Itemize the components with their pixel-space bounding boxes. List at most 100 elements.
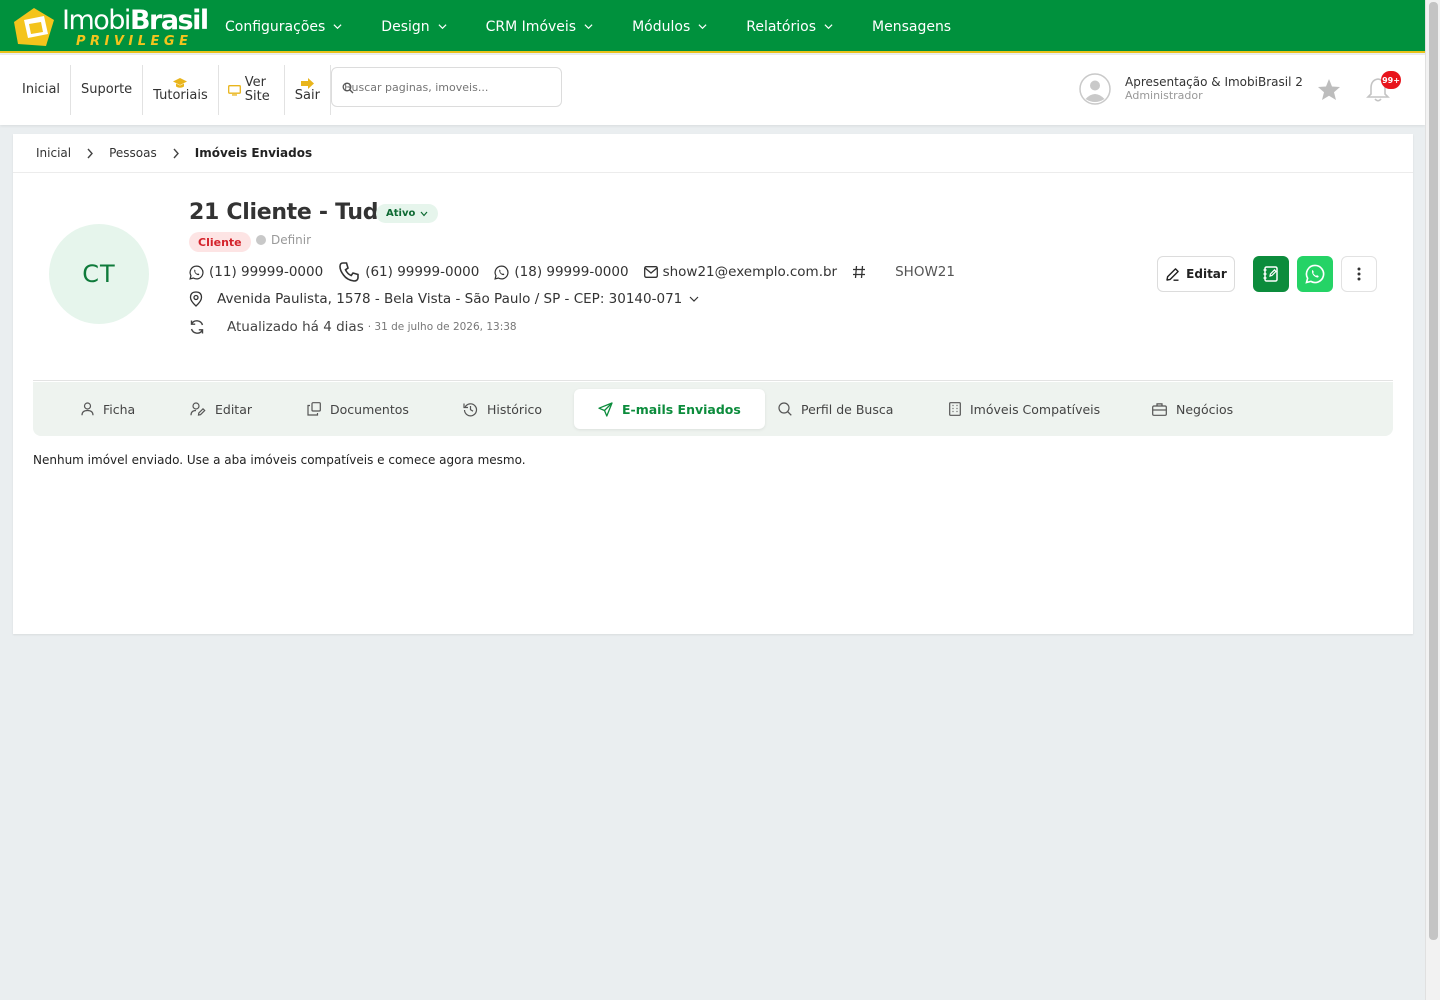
chevron-right-icon bbox=[87, 148, 94, 158]
whatsapp-button[interactable] bbox=[1297, 256, 1333, 292]
phone-contact[interactable]: (11) 99999-0000 bbox=[189, 264, 323, 280]
whatsapp-icon bbox=[1305, 264, 1325, 284]
phone-number: (61) 99999-0000 bbox=[365, 264, 480, 280]
chevron-down-icon bbox=[333, 24, 342, 30]
user-menu[interactable]: Apresentação & ImobiBrasil 2 Administrad… bbox=[1079, 73, 1303, 105]
graduation-cap-icon bbox=[173, 77, 188, 88]
secondary-toolbar: Inicial Suporte Tutoriais Ver Site Sair … bbox=[0, 55, 1425, 125]
avatar bbox=[1079, 73, 1111, 105]
user-info: Apresentação & ImobiBrasil 2 Administrad… bbox=[1125, 75, 1303, 103]
menu-design[interactable]: Design bbox=[381, 19, 447, 35]
user-name: Apresentação & ImobiBrasil 2 bbox=[1125, 75, 1303, 89]
global-search[interactable] bbox=[331, 67, 562, 107]
logo-tagline: PRIVILEGE bbox=[76, 34, 193, 49]
menu-mensagens[interactable]: Mensagens bbox=[872, 19, 951, 35]
history-icon bbox=[463, 402, 478, 416]
quick-link-label: Tutoriais bbox=[153, 87, 208, 103]
define-stage[interactable]: Definir bbox=[256, 233, 311, 247]
section-divider bbox=[33, 380, 1393, 381]
more-vertical-icon bbox=[1357, 267, 1361, 281]
chevron-right-icon bbox=[173, 148, 179, 158]
status-label: Ativo bbox=[386, 208, 416, 219]
tab-imoveis-compativeis[interactable]: Imóveis Compatíveis bbox=[949, 389, 1100, 429]
tab-label: Perfil de Busca bbox=[801, 401, 894, 417]
tab-label: Imóveis Compatíveis bbox=[970, 401, 1101, 417]
quick-link-label: Ver Site bbox=[244, 75, 270, 104]
last-updated: Atualizado há 4 dias · 31 de julho de 20… bbox=[189, 319, 517, 335]
main-menu: Configurações Design CRM Imóveis Módulos… bbox=[225, 0, 990, 53]
code-value: SHOW21 bbox=[895, 264, 955, 280]
logo-wordmark: ImobiBrasil bbox=[62, 5, 209, 36]
tab-ficha[interactable]: Ficha bbox=[81, 389, 135, 429]
edit-button[interactable]: Editar bbox=[1157, 256, 1235, 292]
user-edit-icon bbox=[190, 402, 206, 416]
top-navbar: ImobiBrasil PRIVILEGE Configurações Desi… bbox=[0, 0, 1425, 53]
notebook-pen-icon bbox=[1263, 266, 1278, 282]
whatsapp-icon bbox=[494, 265, 509, 280]
quick-link-suporte[interactable]: Suporte bbox=[71, 65, 144, 115]
updated-text: Atualizado há 4 dias bbox=[227, 319, 364, 335]
phone-contact[interactable]: (18) 99999-0000 bbox=[494, 264, 629, 280]
breadcrumb-current: Imóveis Enviados bbox=[194, 146, 313, 160]
menu-relatorios[interactable]: Relatórios bbox=[746, 19, 833, 35]
chevron-down-icon bbox=[438, 24, 447, 30]
tab-historico[interactable]: Histórico bbox=[463, 389, 542, 429]
contact-row: (11) 99999-0000 (61) 99999-0000 (18) 999… bbox=[189, 261, 970, 283]
tab-documentos[interactable]: Documentos bbox=[307, 389, 409, 429]
empty-state-message: Nenhum imóvel enviado. Use a aba imóveis… bbox=[33, 453, 526, 467]
breadcrumb: Inicial Pessoas Imóveis Enviados bbox=[13, 134, 1413, 173]
chevron-down-icon bbox=[824, 24, 833, 30]
menu-configuracoes[interactable]: Configurações bbox=[225, 19, 342, 35]
scrollbar-thumb[interactable] bbox=[1429, 2, 1438, 940]
quick-links: Inicial Suporte Tutoriais Ver Site Sair bbox=[12, 65, 331, 115]
mail-icon bbox=[643, 266, 658, 278]
breadcrumb-inicial[interactable]: Inicial bbox=[36, 146, 71, 160]
send-icon bbox=[598, 401, 613, 417]
address-row[interactable]: Avenida Paulista, 1578 - Bela Vista - Sã… bbox=[189, 291, 713, 307]
notification-badge: 99+ bbox=[1381, 71, 1401, 89]
phone-contact[interactable]: (61) 99999-0000 bbox=[338, 261, 479, 283]
notes-button[interactable] bbox=[1253, 256, 1289, 292]
whatsapp-icon bbox=[189, 265, 204, 280]
search-input[interactable] bbox=[342, 80, 542, 94]
phone-number: (11) 99999-0000 bbox=[209, 264, 324, 280]
edit-button-label: Editar bbox=[1186, 267, 1227, 281]
hash-icon bbox=[852, 265, 871, 279]
address-text: Avenida Paulista, 1578 - Bela Vista - Sã… bbox=[217, 291, 683, 307]
quick-link-ver-site[interactable]: Ver Site bbox=[219, 65, 285, 115]
tab-label: Ficha bbox=[103, 401, 136, 417]
tab-emails-enviados[interactable]: E-mails Enviados bbox=[574, 389, 765, 429]
chevron-down-icon bbox=[584, 24, 593, 30]
tab-editar[interactable]: Editar bbox=[190, 389, 252, 429]
chevron-down-icon bbox=[698, 24, 707, 30]
map-pin-icon bbox=[189, 291, 203, 307]
tab-negocios[interactable]: Negócios bbox=[1152, 389, 1233, 429]
tab-label: Editar bbox=[215, 401, 253, 417]
user-icon bbox=[81, 402, 94, 416]
logo-mark-icon bbox=[14, 8, 54, 46]
quick-link-label: Sair bbox=[294, 87, 320, 103]
chevron-down-icon bbox=[689, 296, 699, 302]
breadcrumb-pessoas[interactable]: Pessoas bbox=[109, 146, 157, 160]
brand-logo[interactable]: ImobiBrasil PRIVILEGE bbox=[12, 4, 209, 50]
quick-link-inicial[interactable]: Inicial bbox=[12, 65, 72, 115]
sign-out-icon bbox=[300, 77, 314, 89]
building-icon bbox=[949, 402, 961, 416]
define-label: Definir bbox=[271, 233, 312, 247]
quick-link-tutoriais[interactable]: Tutoriais bbox=[143, 65, 219, 115]
monitor-icon bbox=[227, 84, 241, 96]
updated-date: · 31 de julho de 2026, 13:38 bbox=[367, 321, 517, 333]
briefcase-icon bbox=[1152, 402, 1167, 416]
more-options-button[interactable] bbox=[1341, 256, 1377, 292]
star-icon[interactable] bbox=[1317, 78, 1341, 101]
refresh-icon bbox=[190, 320, 204, 334]
menu-crm-imoveis[interactable]: CRM Imóveis bbox=[486, 19, 593, 35]
status-badge[interactable]: Ativo bbox=[376, 204, 439, 223]
menu-modulos[interactable]: Módulos bbox=[632, 19, 707, 35]
email-contact[interactable]: show21@exemplo.com.br bbox=[643, 264, 837, 280]
tab-label: Documentos bbox=[330, 401, 409, 417]
page-scrollbar[interactable] bbox=[1425, 0, 1440, 1000]
quick-link-sair[interactable]: Sair bbox=[285, 65, 331, 115]
tab-perfil-de-busca[interactable]: Perfil de Busca bbox=[778, 389, 893, 429]
person-type-tag: Cliente bbox=[189, 232, 251, 252]
